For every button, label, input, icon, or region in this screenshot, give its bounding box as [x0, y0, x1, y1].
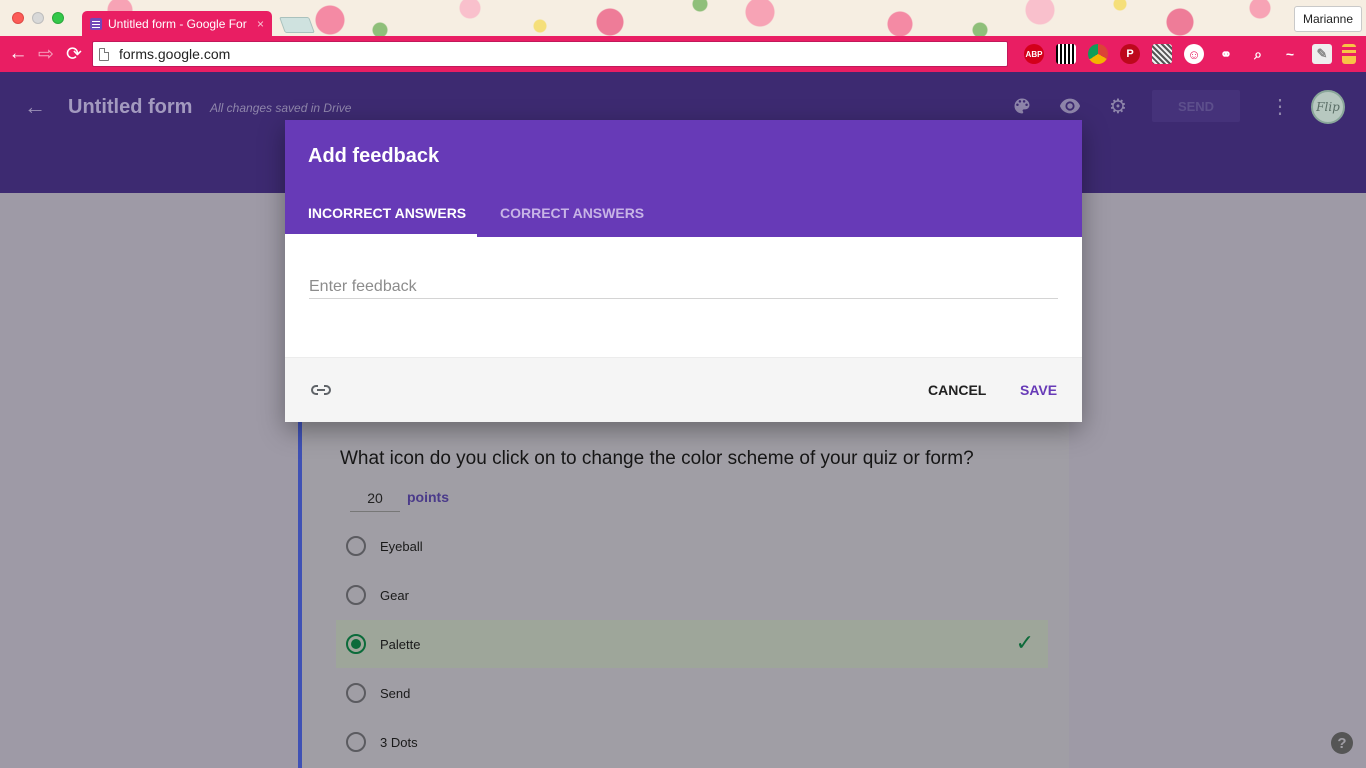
- answer-option[interactable]: Gear: [336, 571, 1048, 619]
- chrome-extension-icon[interactable]: [1088, 44, 1108, 64]
- dialog-header: Add feedback INCORRECT ANSWERS CORRECT A…: [285, 120, 1082, 237]
- dialog-footer: CANCEL SAVE: [285, 357, 1082, 422]
- answer-option[interactable]: 3 Dots: [336, 718, 1048, 766]
- page-icon: [99, 47, 109, 61]
- answer-option[interactable]: Send: [336, 669, 1048, 717]
- window-minimize-button[interactable]: [32, 12, 44, 24]
- option-label: Palette: [380, 636, 421, 652]
- address-bar[interactable]: forms.google.com: [92, 41, 1008, 67]
- smiley-icon[interactable]: ☺: [1184, 44, 1204, 64]
- dialog-title: Add feedback: [308, 145, 440, 167]
- help-icon[interactable]: ?: [1331, 732, 1353, 754]
- google-forms-favicon-icon: [90, 18, 102, 30]
- link-extension-icon[interactable]: ⚭: [1216, 44, 1236, 64]
- browser-menu-icon[interactable]: [1342, 44, 1356, 64]
- radio-button[interactable]: [346, 683, 366, 703]
- save-status: All changes saved in Drive: [210, 101, 352, 115]
- search-extension-icon[interactable]: ⌕: [1248, 44, 1268, 64]
- add-feedback-dialog: Add feedback INCORRECT ANSWERS CORRECT A…: [285, 120, 1082, 422]
- adblock-plus-icon[interactable]: ABP: [1024, 44, 1044, 64]
- option-label: Eyeball: [380, 538, 423, 554]
- back-arrow-icon[interactable]: ←: [4, 40, 32, 68]
- link-icon[interactable]: [309, 380, 333, 400]
- radio-button-checked[interactable]: [346, 634, 366, 654]
- qr-generator-icon[interactable]: [1152, 44, 1172, 64]
- correct-check-icon: ✓: [1015, 630, 1034, 655]
- answer-option[interactable]: Eyeball: [336, 522, 1048, 570]
- answer-option-correct[interactable]: Palette ✓: [336, 620, 1048, 668]
- extensions-bar: ABP P ☺ ⚭ ⌕ ~ ✎: [1018, 44, 1362, 64]
- radio-button[interactable]: [346, 536, 366, 556]
- tab-correct-answers[interactable]: CORRECT ANSWERS: [500, 205, 644, 221]
- option-label: Gear: [380, 587, 409, 603]
- account-avatar[interactable]: Flip: [1311, 90, 1345, 124]
- pinterest-icon[interactable]: P: [1120, 44, 1140, 64]
- feedback-input[interactable]: [309, 275, 1058, 299]
- form-title[interactable]: Untitled form: [68, 96, 192, 119]
- back-arrow-icon[interactable]: ←: [24, 94, 46, 120]
- tab-title: Untitled form - Google For: [108, 17, 247, 31]
- browser-tab-active[interactable]: Untitled form - Google For ×: [82, 11, 272, 37]
- cancel-button[interactable]: CANCEL: [928, 382, 986, 398]
- more-options-icon[interactable]: ⋮: [1270, 94, 1290, 119]
- question-card: What icon do you click on to change the …: [298, 416, 1069, 768]
- browser-tab-strip: Untitled form - Google For × Marianne: [0, 0, 1366, 37]
- signature-extension-icon[interactable]: ~: [1280, 44, 1300, 64]
- radio-button[interactable]: [346, 585, 366, 605]
- tab-incorrect-answers[interactable]: INCORRECT ANSWERS: [308, 205, 466, 221]
- qr-code-icon[interactable]: [1056, 44, 1076, 64]
- option-label: 3 Dots: [380, 734, 418, 750]
- tab-close-icon[interactable]: ×: [257, 17, 264, 31]
- window-maximize-button[interactable]: [52, 12, 64, 24]
- save-button[interactable]: SAVE: [1020, 382, 1057, 398]
- preview-eye-icon[interactable]: [1058, 94, 1082, 118]
- forward-arrow-icon[interactable]: ⇨: [32, 40, 60, 68]
- profile-button[interactable]: Marianne: [1293, 6, 1362, 32]
- url-text[interactable]: forms.google.com: [119, 46, 230, 62]
- points-input[interactable]: 20: [350, 484, 400, 512]
- pencil-extension-icon[interactable]: ✎: [1312, 44, 1332, 64]
- new-tab-button[interactable]: [279, 17, 315, 33]
- send-button[interactable]: SEND: [1152, 90, 1240, 122]
- dialog-body: [285, 237, 1082, 357]
- palette-icon[interactable]: [1010, 94, 1034, 118]
- question-text[interactable]: What icon do you click on to change the …: [340, 448, 974, 470]
- option-label: Send: [380, 685, 411, 701]
- settings-gear-icon[interactable]: ⚙: [1106, 94, 1130, 118]
- points-label: points: [407, 489, 449, 505]
- browser-toolbar: ← ⇨ ⟳ forms.google.com ABP P ☺ ⚭ ⌕ ~ ✎: [0, 36, 1366, 72]
- radio-button[interactable]: [346, 732, 366, 752]
- reload-icon[interactable]: ⟳: [60, 40, 88, 68]
- window-close-button[interactable]: [12, 12, 24, 24]
